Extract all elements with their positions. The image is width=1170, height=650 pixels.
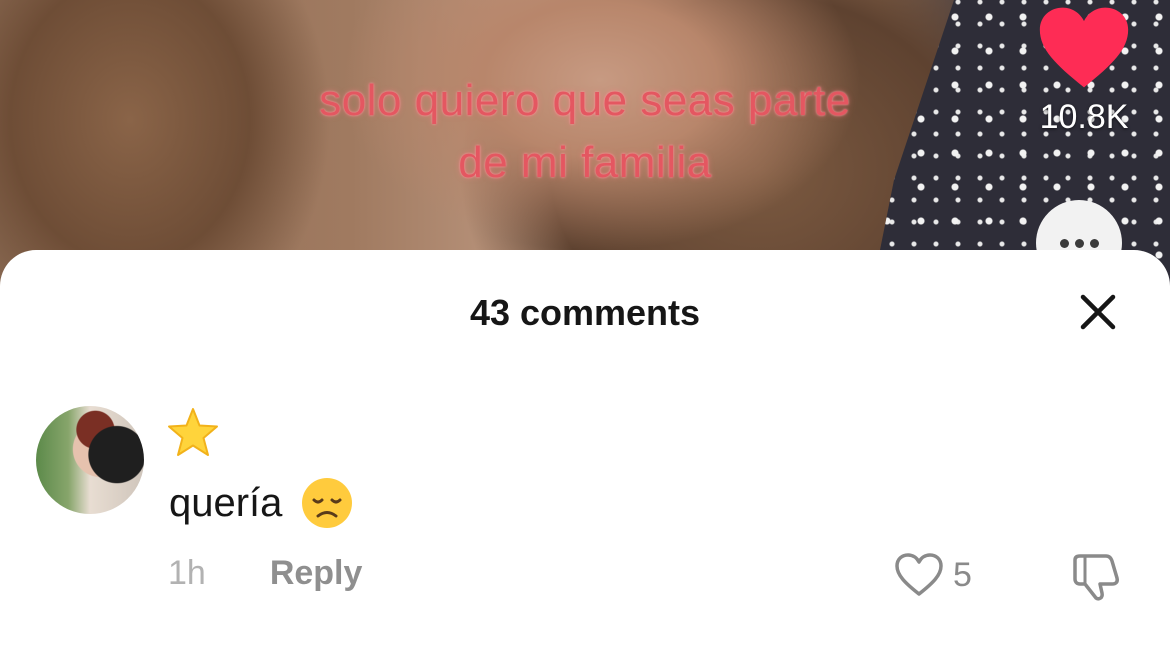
star-icon — [168, 408, 218, 456]
comment-body: quería — [169, 480, 283, 525]
comment-meta: 1h Reply — [168, 554, 362, 593]
video-caption: solo quiero que seas parte de mi familia — [200, 70, 970, 194]
dot-icon — [1074, 238, 1084, 248]
heart-outline-icon — [895, 553, 943, 596]
dislike-icon[interactable] — [1070, 552, 1126, 602]
video-like-count: 10.8K — [1039, 98, 1129, 136]
comments-sheet: 43 comments quería 1h Reply 5 — [0, 250, 1170, 650]
avatar[interactable] — [36, 406, 144, 514]
close-icon[interactable] — [1074, 288, 1122, 336]
dot-icon — [1089, 238, 1099, 248]
comment-like-button[interactable]: 5 — [893, 552, 972, 598]
heart-icon[interactable] — [1036, 4, 1132, 92]
caption-line-1: solo quiero que seas parte — [319, 76, 851, 125]
comments-count-title: 43 comments — [469, 292, 701, 333]
caption-line-2: de mi familia — [458, 138, 712, 187]
reply-button[interactable]: Reply — [270, 554, 363, 593]
dot-icon — [1059, 238, 1069, 248]
disappointed-face-icon — [302, 478, 353, 528]
comment-text: quería — [169, 476, 354, 530]
video-like-stack: 10.8K — [1024, 0, 1144, 137]
comment-time: 1h — [168, 554, 206, 592]
comment-like-count: 5 — [953, 555, 972, 594]
